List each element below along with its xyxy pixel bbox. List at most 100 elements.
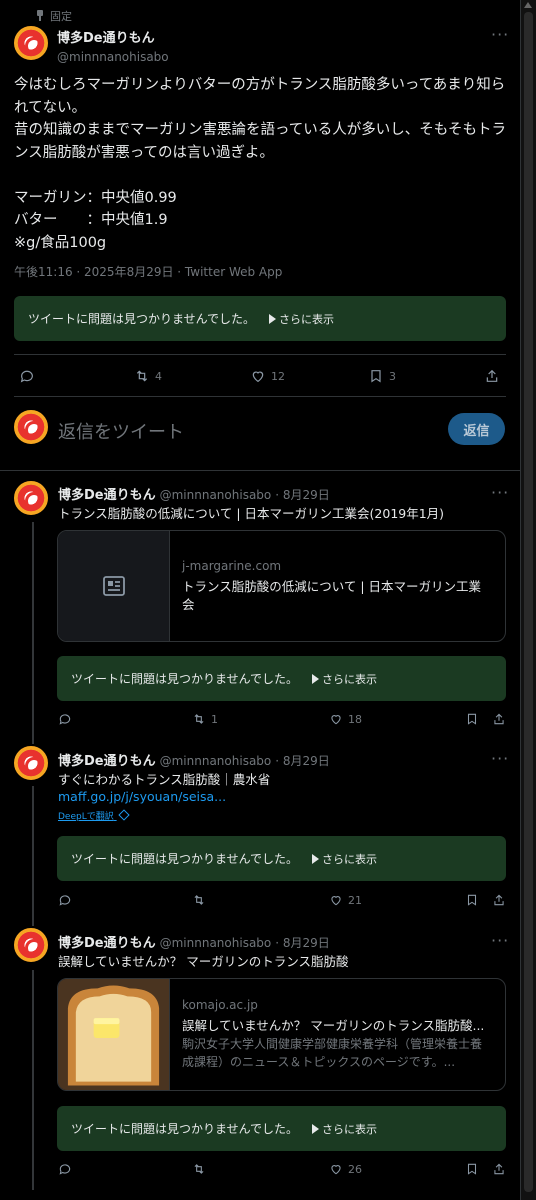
reply-author-handle[interactable]: @minnnanohisabo bbox=[160, 754, 272, 768]
reply-date[interactable]: · 8月29日 bbox=[275, 934, 330, 951]
reply-avatar[interactable] bbox=[14, 481, 48, 515]
deepl-translate-link[interactable]: DeepLで翻訳 bbox=[58, 809, 130, 822]
reply-text: トランス脂肪酸の低減について | 日本マーガリン工業会(2019年1月) bbox=[58, 506, 445, 521]
note-show-more-label[interactable]: さらに表示 bbox=[279, 313, 334, 326]
like-action[interactable]: 12 bbox=[250, 368, 285, 384]
like-action[interactable]: 26 bbox=[329, 1162, 362, 1176]
link-card[interactable]: j-margarine.com トランス脂肪酸の低減について | 日本マーガリン… bbox=[57, 530, 506, 642]
card-body: j-margarine.com トランス脂肪酸の低減について | 日本マーガリン… bbox=[170, 531, 505, 641]
more-options-icon[interactable]: ··· bbox=[491, 751, 509, 767]
author-name[interactable]: 博多De通りもん bbox=[57, 27, 155, 46]
article-icon bbox=[102, 576, 125, 596]
note-show-more[interactable]: さらに表示 bbox=[312, 671, 377, 687]
share-action[interactable] bbox=[484, 368, 505, 384]
card-description: 駒沢女子大学人間健康学部健康栄養学科（管理栄養士養成課程）のニュース＆トピックス… bbox=[182, 1037, 483, 1069]
avatar[interactable] bbox=[14, 26, 48, 60]
reply-avatar[interactable] bbox=[14, 746, 48, 780]
note-show-more-label[interactable]: さらに表示 bbox=[322, 853, 377, 866]
retweet-action[interactable]: 4 bbox=[134, 368, 162, 384]
reply-button[interactable]: 返信 bbox=[448, 413, 505, 445]
like-action[interactable]: 21 bbox=[329, 893, 362, 907]
toast-thumbnail bbox=[58, 979, 170, 1090]
heart-icon bbox=[331, 715, 341, 725]
reply-action[interactable] bbox=[58, 893, 77, 907]
bookmark-action[interactable] bbox=[465, 712, 484, 726]
toast-image bbox=[58, 979, 169, 1090]
retweet-action[interactable] bbox=[192, 893, 211, 907]
more-options-icon[interactable]: ··· bbox=[491, 27, 509, 43]
more-options-icon[interactable]: ··· bbox=[491, 933, 509, 949]
like-count: 26 bbox=[348, 1162, 362, 1176]
retweet-count: 4 bbox=[155, 369, 162, 383]
like-action[interactable]: 18 bbox=[329, 712, 362, 726]
community-note: ツイートに問題は見つかりませんでした。 さらに表示 bbox=[57, 656, 506, 701]
like-count: 18 bbox=[348, 712, 362, 726]
reply-input[interactable]: 返信をツイート bbox=[58, 418, 184, 444]
reply-text: すぐにわかるトランス脂肪酸｜農水省 bbox=[58, 772, 271, 787]
share-action[interactable] bbox=[492, 1162, 511, 1176]
community-note: ツイートに問題は見つかりませんでした。 さらに表示 bbox=[57, 1106, 506, 1151]
author-handle[interactable]: @minnnanohisabo bbox=[57, 46, 169, 65]
heart-icon bbox=[331, 1165, 341, 1175]
reply-date[interactable]: · 8月29日 bbox=[275, 486, 330, 503]
retweet-action[interactable]: 1 bbox=[192, 712, 218, 726]
divider bbox=[14, 396, 506, 397]
reply-action[interactable] bbox=[19, 368, 40, 384]
reply-avatar[interactable] bbox=[14, 928, 48, 962]
triangle-icon bbox=[269, 313, 277, 324]
scrollbar-thumb[interactable] bbox=[524, 12, 533, 1192]
share-action[interactable] bbox=[492, 893, 511, 907]
note-show-more[interactable]: さらに表示 bbox=[312, 851, 377, 867]
more-options-icon[interactable]: ··· bbox=[491, 485, 509, 501]
card-title: 誤解していませんか？ マーガリンのトランス脂肪酸... bbox=[182, 1018, 485, 1033]
external-link[interactable]: maff.go.jp/j/syouan/seisa... bbox=[58, 789, 226, 804]
deepl-translate-label[interactable]: DeepLで翻訳 bbox=[58, 812, 114, 822]
reply-date[interactable]: · 8月29日 bbox=[275, 752, 330, 769]
card-body: komajo.ac.jp 誤解していませんか？ マーガリンのトランス脂肪酸...… bbox=[170, 979, 505, 1090]
composer-avatar bbox=[14, 410, 48, 444]
note-show-more-label[interactable]: さらに表示 bbox=[322, 1123, 377, 1136]
retweet-action[interactable] bbox=[192, 1162, 211, 1176]
retweet-icon bbox=[194, 895, 204, 905]
share-action[interactable] bbox=[492, 712, 511, 726]
triangle-icon bbox=[312, 1123, 320, 1134]
bookmark-action[interactable]: 3 bbox=[368, 368, 396, 384]
reply-author-name[interactable]: 博多De通りもん bbox=[58, 750, 156, 769]
reply-icon bbox=[20, 370, 33, 383]
like-count: 21 bbox=[348, 893, 362, 907]
reply-author-handle[interactable]: @minnnanohisabo bbox=[160, 936, 272, 950]
scrollbar[interactable] bbox=[521, 0, 536, 1200]
reply-header: 博多De通りもん @minnnanohisabo · 8月29日 bbox=[58, 750, 330, 769]
reply-action[interactable] bbox=[58, 712, 77, 726]
scroll-up-arrow-icon[interactable] bbox=[524, 2, 532, 8]
reply-author-handle[interactable]: @minnnanohisabo bbox=[160, 488, 272, 502]
heart-icon bbox=[252, 371, 264, 383]
bookmark-icon bbox=[467, 713, 477, 725]
note-show-more[interactable]: さらに表示 bbox=[312, 1121, 377, 1137]
note-show-more-label[interactable]: さらに表示 bbox=[322, 673, 377, 686]
thread-line bbox=[32, 522, 34, 744]
pinned-label: 固定 bbox=[50, 10, 72, 23]
tweet-meta[interactable]: 午後11:16 · 2025年8月29日 · Twitter Web App bbox=[14, 263, 282, 280]
reply-author-name[interactable]: 博多De通りもん bbox=[58, 932, 156, 951]
bookmark-icon bbox=[371, 370, 381, 383]
bookmark-action[interactable] bbox=[465, 893, 484, 907]
retweet-count: 1 bbox=[211, 712, 218, 726]
community-note: ツイートに問題は見つかりませんでした。 さらに表示 bbox=[14, 296, 506, 341]
author-name-text[interactable]: 博多De通りもん bbox=[57, 31, 155, 46]
share-icon bbox=[486, 369, 498, 382]
card-domain: j-margarine.com bbox=[182, 558, 282, 573]
reply-action[interactable] bbox=[58, 1162, 77, 1176]
bookmark-count: 3 bbox=[389, 369, 396, 383]
triangle-icon bbox=[312, 853, 320, 864]
retweet-icon bbox=[194, 714, 204, 724]
note-show-more[interactable]: さらに表示 bbox=[269, 311, 334, 327]
reply-header: 博多De通りもん @minnnanohisabo · 8月29日 bbox=[58, 484, 330, 503]
bookmark-action[interactable] bbox=[465, 1162, 484, 1176]
reply-author-name[interactable]: 博多De通りもん bbox=[58, 484, 156, 503]
divider bbox=[14, 354, 506, 355]
author-handle-text[interactable]: @minnnanohisabo bbox=[57, 50, 169, 64]
retweet-icon bbox=[194, 1164, 204, 1174]
note-text: ツイートに問題は見つかりませんでした。 bbox=[71, 1122, 299, 1136]
link-card[interactable]: komajo.ac.jp 誤解していませんか？ マーガリンのトランス脂肪酸...… bbox=[57, 978, 506, 1091]
